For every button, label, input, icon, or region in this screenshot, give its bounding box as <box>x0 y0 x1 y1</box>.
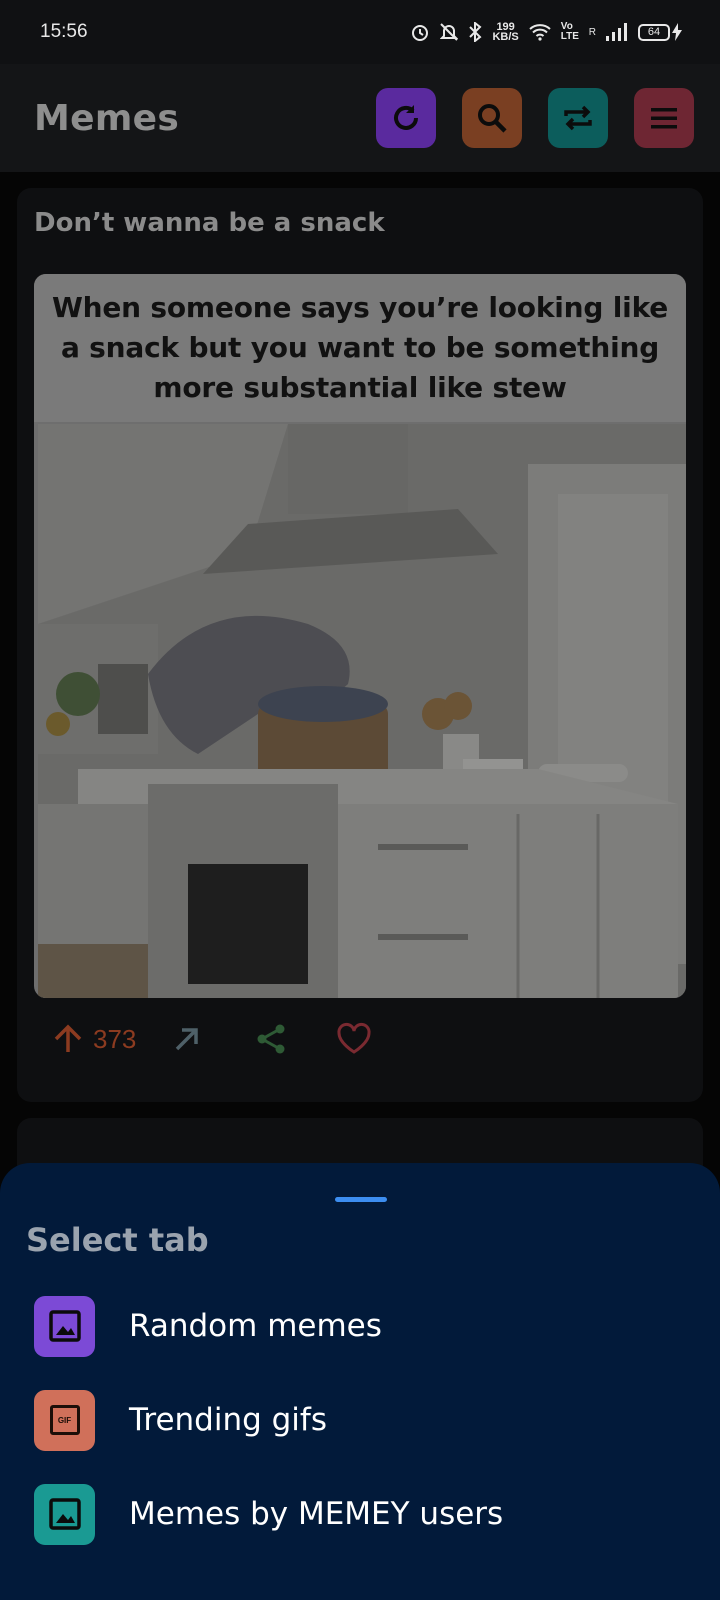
refresh-icon <box>394 105 418 130</box>
tab-option-label: Random memes <box>129 1308 382 1344</box>
meme-caption-text: When someone says you’re looking like a … <box>51 291 669 404</box>
net-speed: 199 KB/S <box>492 21 519 43</box>
gif-icon: GIF <box>49 1405 80 1435</box>
refresh-button[interactable] <box>376 88 436 148</box>
post-image[interactable]: When someone says you’re looking like a … <box>34 274 686 998</box>
app-bar: Memes <box>0 64 720 172</box>
mute-bell-icon <box>440 23 459 41</box>
open-link-button[interactable] <box>172 1024 202 1054</box>
post-actions: 373 <box>51 1014 372 1064</box>
kitchen-photo <box>38 424 686 998</box>
search-icon <box>478 104 507 133</box>
alarm-icon <box>412 25 429 41</box>
tab-option-random-memes[interactable]: Random memes <box>34 1295 634 1357</box>
tab-option-trending-gifs[interactable]: GIF Trending gifs <box>34 1389 634 1451</box>
wifi-icon <box>529 24 551 41</box>
app-actions <box>376 88 694 148</box>
bluetooth-icon <box>469 22 482 42</box>
arrow-up-icon <box>54 1024 82 1052</box>
status-bar: 15:56 199 KB/S Vo LTE R 64 <box>0 0 720 64</box>
menu-button[interactable] <box>634 88 694 148</box>
post-card: Don’t wanna be a snack When someone says… <box>17 188 703 1102</box>
tab-option-memey-users[interactable]: Memes by MEMEY users <box>34 1483 634 1545</box>
app-title: Memes <box>34 97 180 139</box>
image-icon <box>48 1498 81 1530</box>
post-title: Don’t wanna be a snack <box>34 208 385 238</box>
image-icon-box <box>34 1295 95 1357</box>
heart-icon <box>337 1022 371 1054</box>
sim-label: R <box>588 26 596 38</box>
charging-icon <box>672 23 682 41</box>
signal-icon <box>606 23 627 41</box>
upvote-button[interactable]: 373 <box>51 1022 136 1056</box>
image-icon <box>48 1310 81 1342</box>
share-button[interactable] <box>254 1022 288 1056</box>
meme-caption: When someone says you’re looking like a … <box>34 274 686 422</box>
status-time: 15:56 <box>40 21 88 42</box>
sheet-title: Select tab <box>26 1221 209 1259</box>
battery-level: 64 <box>638 23 670 41</box>
switch-button[interactable] <box>548 88 608 148</box>
network-label: Vo LTE <box>560 21 579 42</box>
upvote-count: 373 <box>93 1023 137 1054</box>
favorite-button[interactable] <box>336 1022 372 1056</box>
search-button[interactable] <box>462 88 522 148</box>
repeat-icon <box>564 105 592 131</box>
select-tab-sheet: Select tab Random memes GIF Trending gif… <box>0 1163 720 1600</box>
tab-option-label: Trending gifs <box>129 1402 327 1438</box>
arrow-up-right-icon <box>176 1028 199 1051</box>
status-icons: 199 KB/S Vo LTE R 64 <box>410 21 682 43</box>
sheet-drag-handle[interactable] <box>335 1197 387 1202</box>
share-icon <box>257 1024 285 1054</box>
tab-option-label: Memes by MEMEY users <box>129 1496 504 1532</box>
menu-icon <box>651 108 677 129</box>
battery: 64 <box>638 23 682 41</box>
image-icon-box <box>34 1483 95 1545</box>
gif-icon-box: GIF <box>34 1389 95 1451</box>
